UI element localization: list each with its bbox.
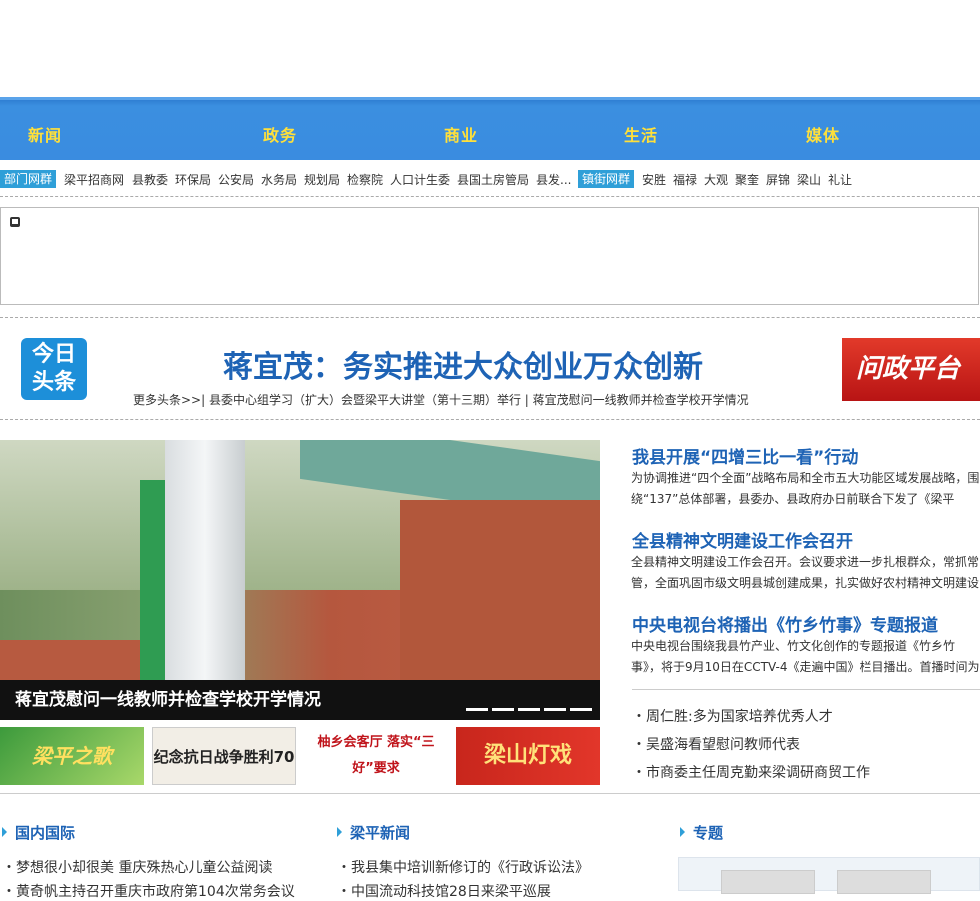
dept-link[interactable]: 县教委: [132, 171, 168, 188]
slide-dot[interactable]: [466, 708, 488, 711]
town-link[interactable]: 大观: [704, 171, 728, 188]
news-title[interactable]: 中央电视台将播出《竹乡竹事》专题报道: [632, 611, 938, 636]
slideshow-indicators[interactable]: [462, 700, 592, 714]
logo-text: 今日: [31, 342, 76, 367]
photo-slideshow[interactable]: 蒋宜茂慰问一线教师并检查学校开学情况: [0, 440, 600, 720]
headline-subline[interactable]: 更多头条>>| 县委中心组学习（扩大）会暨梁平大讲堂（第十三期）举行 | 蒋宜茂…: [133, 391, 749, 408]
banner-text: 纪念抗日战争胜利70周年: [153, 748, 295, 766]
nav-business[interactable]: 商业: [444, 122, 478, 146]
nav-news[interactable]: 新闻: [28, 122, 62, 146]
dept-link[interactable]: 县发...: [536, 171, 571, 188]
list-item[interactable]: ・中国流动科技馆28日来梁平巡展: [337, 881, 551, 901]
divider: [0, 419, 980, 420]
divider: [632, 689, 980, 690]
dept-link[interactable]: 县国土房管局: [457, 171, 529, 188]
dept-link[interactable]: 规划局: [304, 171, 340, 188]
banner-text: 梁平之歌: [32, 744, 112, 768]
dept-link[interactable]: 检察院: [347, 171, 383, 188]
banner-text: 梁山灯戏: [483, 743, 572, 768]
dept-link[interactable]: 公安局: [218, 171, 254, 188]
slide-dot[interactable]: [544, 708, 566, 711]
photo-brick-wall: [400, 500, 600, 690]
slide-dot[interactable]: [492, 708, 514, 711]
news-bullet[interactable]: ・周仁胜:多为国家培养优秀人才: [632, 706, 833, 726]
list-item[interactable]: ・黄奇帆主持召开重庆市政府第104次常务会议: [2, 881, 295, 901]
news-title[interactable]: 全县精神文明建设工作会召开: [632, 527, 853, 552]
divider: [0, 317, 980, 318]
town-link[interactable]: 礼让: [828, 171, 852, 188]
news-bullet[interactable]: ・吴盛海看望慰问教师代表: [632, 734, 800, 754]
wenzheng-platform-banner[interactable]: 问政平台: [842, 338, 980, 401]
banner-liangshan-opera[interactable]: 梁山灯戏: [456, 727, 600, 785]
news-summary: 全县精神文明建设工作会召开。会议要求进一步扎根群众，常抓常管，全面巩固市级文明县…: [631, 555, 980, 590]
list-item-text[interactable]: 梦想很小却很美 重庆殊热心儿童公益阅读: [16, 860, 272, 876]
photo-grain-dryer: [165, 440, 245, 690]
main-nav: 新闻 政务 商业 生活 媒体: [0, 97, 980, 160]
banner-youxiang-lounge[interactable]: 柚乡会客厅 落实“三好”要求: [304, 727, 448, 785]
special-topic-panel: [678, 857, 980, 894]
section-special[interactable]: 专题: [680, 822, 723, 843]
divider: [0, 793, 980, 794]
nav-life[interactable]: 生活: [624, 122, 658, 146]
headline-title[interactable]: 蒋宜茂：务实推进大众创业万众创新: [120, 342, 806, 386]
list-item[interactable]: ・我县集中培训新修订的《行政诉讼法》: [337, 857, 589, 877]
list-item-text[interactable]: 中国流动科技馆28日来梁平巡展: [351, 884, 551, 900]
banner-anti-war-70[interactable]: 纪念抗日战争胜利70周年: [152, 727, 296, 785]
logo-text: 头条: [31, 370, 76, 395]
avatar[interactable]: [837, 870, 931, 894]
divider: [0, 196, 980, 197]
section-liangping-news[interactable]: 梁平新闻: [337, 822, 410, 843]
nav-media[interactable]: 媒体: [806, 122, 840, 146]
town-tag[interactable]: 镇街网群: [578, 170, 635, 188]
avatar[interactable]: [721, 870, 815, 894]
dept-link[interactable]: 水务局: [261, 171, 297, 188]
town-link[interactable]: 安胜: [642, 171, 666, 188]
list-item-text[interactable]: 我县集中培训新修订的《行政诉讼法》: [351, 860, 589, 876]
banner-liangping-song[interactable]: 梁平之歌: [0, 727, 144, 785]
news-title[interactable]: 我县开展“四增三比一看”行动: [632, 443, 858, 468]
today-headline-logo: 今日 头条: [21, 338, 87, 400]
town-link[interactable]: 梁山: [797, 171, 821, 188]
bullet-text[interactable]: 市商委主任周克勤来梁调研商贸工作: [646, 765, 870, 781]
broken-image-icon: [10, 217, 20, 227]
slide-dot[interactable]: [518, 708, 540, 711]
town-link[interactable]: 屏锦: [766, 171, 790, 188]
town-link[interactable]: 福禄: [673, 171, 697, 188]
slide-dot[interactable]: [570, 708, 592, 711]
dept-link[interactable]: 环保局: [175, 171, 211, 188]
list-item[interactable]: ・梦想很小却很美 重庆殊热心儿童公益阅读: [2, 857, 272, 877]
town-link[interactable]: 聚奎: [735, 171, 759, 188]
dept-link[interactable]: 梁平招商网: [64, 171, 124, 188]
link-bar: 部门网群 梁平招商网 县教委 环保局 公安局 水务局 规划局 检察院 人口计生委…: [0, 168, 980, 192]
list-item-text[interactable]: 黄奇帆主持召开重庆市政府第104次常务会议: [16, 884, 295, 900]
nav-government[interactable]: 政务: [263, 122, 297, 146]
dept-link[interactable]: 人口计生委: [390, 171, 450, 188]
news-bullet[interactable]: ・市商委主任周克勤来梁调研商贸工作: [632, 762, 870, 782]
bullet-text[interactable]: 周仁胜:多为国家培养优秀人才: [646, 709, 833, 725]
section-domestic-intl[interactable]: 国内国际: [2, 822, 75, 843]
bullet-text[interactable]: 吴盛海看望慰问教师代表: [646, 737, 800, 753]
news-summary: 为协调推进“四个全面”战略布局和全市五大功能区域发展战略，围绕“137”总体部署…: [631, 471, 980, 506]
dept-tag[interactable]: 部门网群: [0, 170, 57, 188]
ad-placeholder: [0, 207, 979, 305]
banner-text: 柚乡会客厅 落实“三好”要求: [317, 735, 435, 776]
news-summary: 中央电视台围绕我县竹产业、竹文化创作的专题报道《竹乡竹事》，将于9月10日在CC…: [631, 639, 980, 674]
